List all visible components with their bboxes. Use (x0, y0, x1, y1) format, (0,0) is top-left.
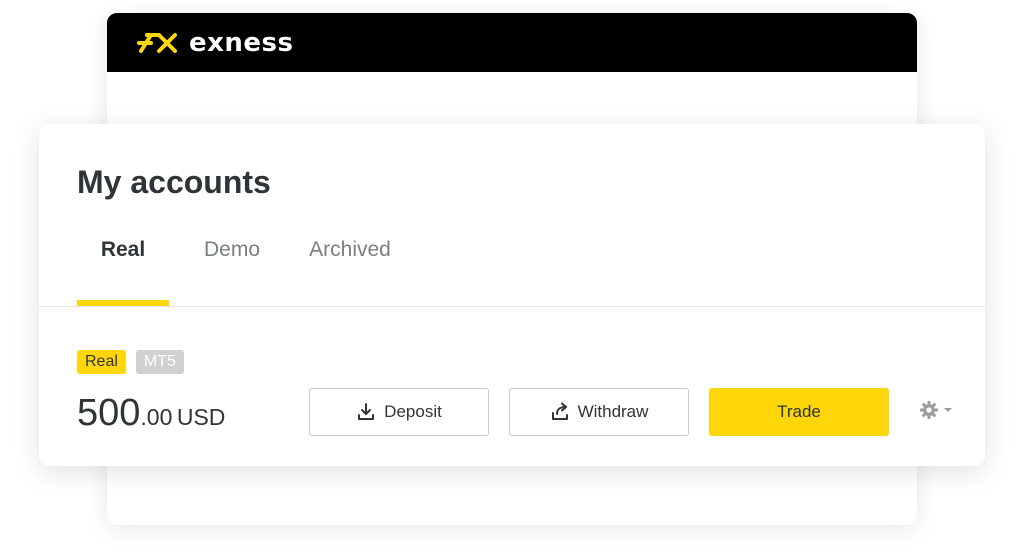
brand-name: exness (189, 28, 294, 58)
withdraw-button[interactable]: Withdraw (509, 388, 689, 436)
deposit-label: Deposit (384, 402, 442, 421)
tab-archived[interactable]: Archived (295, 232, 405, 306)
account-type-badge: Real (77, 350, 126, 374)
account-balance: 500.00 USD (77, 390, 225, 436)
trade-label: Trade (777, 402, 821, 421)
trade-button[interactable]: Trade (709, 388, 889, 436)
stage: exness My accounts Real Demo Archived Re… (0, 0, 1024, 551)
tab-real[interactable]: Real (77, 232, 169, 306)
balance-currency: USD (176, 404, 226, 430)
exness-logo-mark-icon (137, 33, 177, 53)
chevron-down-icon (944, 408, 952, 412)
account-settings-menu[interactable] (919, 400, 954, 420)
platform-badge: MT5 (135, 350, 184, 374)
withdraw-label: Withdraw (577, 402, 649, 421)
deposit-button[interactable]: Deposit (309, 388, 489, 436)
exness-logo[interactable]: exness (137, 28, 294, 58)
accounts-card: My accounts Real Demo Archived Real MT5 … (39, 124, 985, 466)
gear-icon (920, 401, 938, 419)
tabs-divider (39, 306, 985, 307)
app-header: exness (107, 13, 917, 72)
balance-decimal: .00 (140, 404, 173, 430)
page-title: My accounts (77, 164, 271, 200)
tab-demo[interactable]: Demo (169, 232, 295, 306)
account-tabs: Real Demo Archived (77, 232, 985, 306)
account-badges: Real MT5 (77, 350, 184, 374)
balance-integer: 500 (77, 392, 141, 434)
share-out-icon (551, 402, 568, 420)
download-icon (358, 403, 375, 420)
